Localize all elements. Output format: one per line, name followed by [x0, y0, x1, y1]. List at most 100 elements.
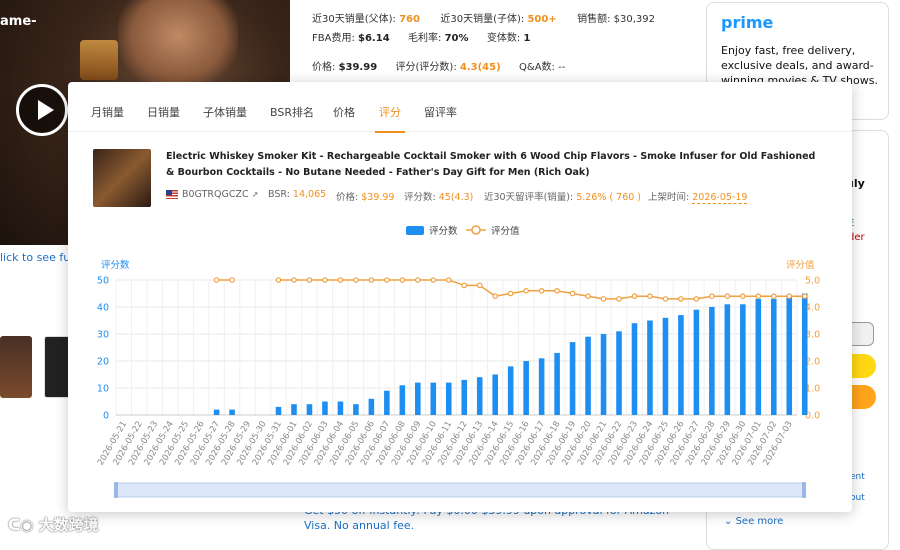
rating-point: [569, 290, 576, 297]
rating-point: [770, 293, 777, 300]
revenue-value: $30,392: [613, 14, 655, 25]
listed-date-label: 上架时间:: [648, 192, 690, 203]
tab-price[interactable]: 价格: [333, 104, 355, 120]
rating-point: [445, 277, 452, 283]
rating-point: [709, 293, 715, 300]
rating-history-popup: 月销量 日销量 子体销量 BSR排名 价格 评分 留评率 Electric Wh…: [68, 82, 852, 512]
rating-point: [492, 293, 498, 300]
zoom-slider-track[interactable]: [115, 482, 805, 498]
review-rate-label: 近30天留评率(销量):: [484, 192, 574, 203]
thumbnail-1[interactable]: [0, 336, 32, 398]
legend-line-label: 评分值: [491, 225, 520, 237]
review-rate-value: 5.26% ( 760 ): [576, 192, 642, 203]
right-axis-title: 评分值: [786, 259, 815, 271]
rating-point: [291, 277, 297, 283]
ratings-count-value: 45(4.3): [438, 192, 474, 203]
tab-review-rate[interactable]: 留评率: [424, 104, 457, 120]
qa-value: --: [558, 62, 566, 73]
product-title[interactable]: Electric Whiskey Smoker Kit - Rechargeab…: [166, 149, 816, 181]
asin-value[interactable]: B0GTRQGCZC: [182, 189, 249, 200]
watermark-logo: ᑕ◉ 大数跨境: [8, 514, 99, 535]
click-to-see-full-link[interactable]: lick to see full: [0, 251, 76, 264]
rating-point: [415, 277, 421, 283]
chart-bar: [322, 401, 328, 415]
chevron-down-icon: ⌄: [724, 516, 733, 527]
buy-box-link-out[interactable]: out: [850, 493, 865, 503]
chart-bar: [709, 307, 715, 415]
active-tab-indicator: [375, 131, 405, 133]
sales-parent-value: 760: [399, 14, 420, 25]
see-more-link[interactable]: ⌄ See more: [724, 516, 783, 527]
rating-point: [523, 288, 529, 294]
rating-chart: 评分数 评分值评分数 评分值0 0.010 1.020 2.030 3.040 4.050 5.…: [96, 225, 820, 498]
chart-bar: [740, 304, 746, 415]
chart-bar: [384, 390, 390, 415]
chart-bar: [306, 404, 313, 415]
margin-value: 70%: [444, 33, 469, 44]
rating-point: [693, 296, 700, 302]
tab-bar: 月销量 日销量 子体销量 BSR排名 价格 评分 留评率: [68, 82, 852, 133]
chart-bar: [476, 377, 483, 415]
external-link-icon[interactable]: ↗: [252, 190, 259, 199]
chart-bar: [678, 315, 684, 415]
variants-label: 变体数:: [486, 33, 521, 44]
chart-bar: [399, 385, 406, 415]
stats-panel: 近30天销量(父体): 760 近30天销量(子体): 500+ 销售额: $3…: [304, 0, 686, 80]
rating-point: [368, 277, 375, 283]
chart-bar: [755, 298, 762, 415]
tab-monthly-sales[interactable]: 月销量: [91, 104, 124, 120]
sales-child-label: 近30天销量(子体):: [440, 14, 525, 25]
tab-daily-sales[interactable]: 日销量: [147, 104, 180, 120]
play-video-button[interactable]: [16, 84, 68, 136]
rating-point: [755, 293, 762, 300]
stats-row-1: 近30天销量(父体): 760 近30天销量(子体): 500+ 销售额: $3…: [312, 10, 655, 25]
rating-point: [399, 277, 406, 283]
left-tick-label: 10: [97, 384, 109, 395]
left-tick-label: 50: [97, 276, 109, 287]
bsr-label: BSR:: [268, 189, 290, 200]
product-thumbnail[interactable]: [93, 149, 151, 207]
bsr-value: 14,065: [292, 189, 327, 200]
chart-bar: [724, 304, 731, 415]
qa-label: Q&A数:: [519, 62, 555, 73]
sales-child-value: 500+: [527, 14, 557, 25]
rating-point: [507, 290, 514, 297]
hero-text: ame-: [0, 14, 37, 29]
chart-bar: [337, 401, 344, 415]
chart-bar: [600, 334, 607, 415]
chart-bar: [229, 409, 235, 415]
rating-point: [786, 293, 793, 300]
rating-point: [724, 293, 731, 300]
chart-bar: [430, 382, 437, 415]
price-value: $39.99: [361, 192, 395, 203]
zoom-slider-handle-left[interactable]: [114, 482, 118, 498]
rating-point: [647, 293, 653, 300]
left-tick-label: 40: [97, 303, 109, 314]
chart-bar: [275, 406, 282, 415]
tab-rating[interactable]: 评分: [379, 104, 401, 120]
rating-point: [678, 296, 684, 302]
rating-point: [430, 277, 437, 283]
chart-bar: [291, 404, 297, 415]
zoom-slider-handle-right[interactable]: [802, 482, 806, 498]
chart-bar: [786, 296, 793, 415]
chart-bar: [538, 358, 545, 415]
watermark-text: 大数跨境: [38, 516, 99, 534]
stats-row-2: FBA费用: $6.14 毛利率: 70% 变体数: 1: [312, 29, 530, 44]
chart-bar: [353, 404, 359, 415]
left-tick-label: 30: [97, 330, 109, 341]
right-tick-label: 5.0: [805, 276, 820, 287]
rating-point: [476, 282, 483, 289]
rating-point: [229, 277, 235, 283]
rating-value[interactable]: 4.3(45): [460, 62, 501, 73]
hero-face-image: [118, 0, 238, 90]
rating-point: [322, 277, 328, 283]
revenue-label: 销售额:: [577, 14, 611, 25]
chart-bar: [445, 382, 452, 415]
tab-child-sales[interactable]: 子体销量: [203, 104, 247, 120]
buy-box-link-ent[interactable]: ent: [850, 472, 865, 482]
chart-bar: [554, 352, 560, 415]
tab-bsr-rank[interactable]: BSR排名: [270, 104, 314, 120]
rating-point: [740, 293, 746, 300]
left-tick-label: 0: [103, 411, 109, 422]
